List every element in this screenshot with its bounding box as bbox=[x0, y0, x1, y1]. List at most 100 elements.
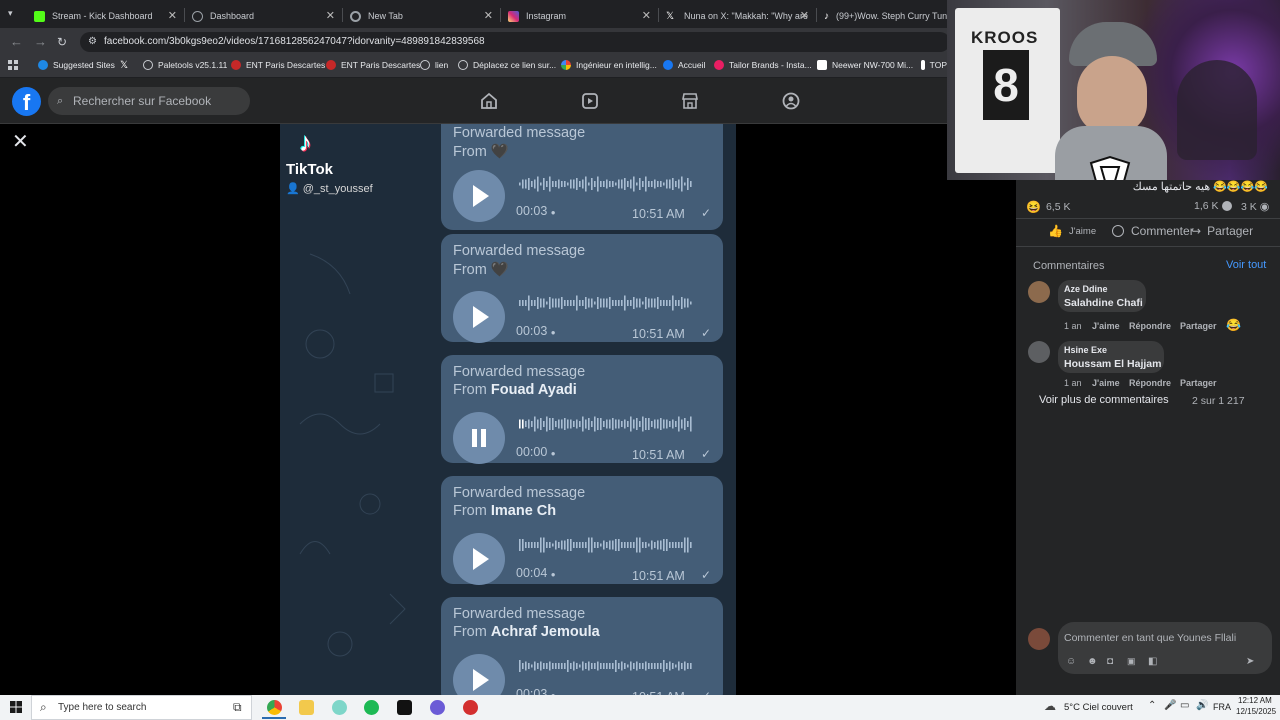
bookmark-neewer[interactable]: Neewer NW-700 Mi... bbox=[817, 60, 913, 70]
voice-message[interactable]: Forwarded message From Fouad Ayadi 00:00 ●… bbox=[441, 355, 723, 464]
volume-icon[interactable]: 🔊 bbox=[1196, 700, 1208, 711]
task-view-icon[interactable]: ⧉ bbox=[233, 700, 242, 715]
tab-instagram[interactable]: Instagram ✕ bbox=[502, 4, 657, 28]
facebook-search-input[interactable]: ⌕ Rechercher sur Facebook bbox=[48, 87, 250, 115]
windows-start-icon[interactable] bbox=[10, 701, 22, 713]
play-button[interactable] bbox=[453, 170, 505, 222]
bookmark-paletools[interactable]: Paletools v25.1.11 bbox=[143, 60, 227, 70]
clock-time[interactable]: 12:12 AM bbox=[1238, 696, 1272, 705]
bookmark-ent-2[interactable]: ENT Paris Descartes bbox=[326, 60, 420, 70]
tab-x-post[interactable]: 𝕏 Nuna on X: "Makkah: "Why are ✕ bbox=[660, 4, 815, 28]
groups-icon[interactable] bbox=[782, 92, 800, 110]
bookmark-top[interactable]: TOP bbox=[921, 60, 947, 70]
voice-message[interactable]: Forwarded message From 🖤 00:03 ● 10:51 AM ✓ bbox=[441, 124, 723, 230]
tab-search-icon[interactable]: ▾ bbox=[8, 8, 13, 19]
tab-dashboard[interactable]: Dashboard ✕ bbox=[186, 4, 341, 28]
voice-message[interactable]: Forwarded message From 🖤 00:03 ● 10:51 AM ✓ bbox=[441, 234, 723, 343]
bookmark-tailor[interactable]: Tailor Brands - Insta... bbox=[714, 60, 812, 70]
share-button[interactable]: ↪ Partager bbox=[1191, 224, 1253, 238]
app-icon[interactable] bbox=[332, 700, 347, 715]
bookmark-x[interactable]: 𝕏 bbox=[120, 60, 128, 71]
waveform[interactable] bbox=[519, 537, 695, 553]
waveform[interactable] bbox=[519, 658, 695, 674]
close-icon[interactable]: ✕ bbox=[326, 9, 335, 22]
avatar[interactable] bbox=[1028, 281, 1050, 303]
more-comments-link[interactable]: Voir plus de commentaires bbox=[1039, 394, 1169, 406]
comment-reaction-icon[interactable]: 😂 bbox=[1226, 318, 1241, 332]
send-icon[interactable]: ➤ bbox=[1246, 656, 1254, 667]
comment-like[interactable]: J'aime bbox=[1092, 378, 1120, 388]
facebook-logo-icon[interactable]: f bbox=[12, 87, 41, 116]
file-explorer-icon[interactable] bbox=[299, 700, 314, 715]
close-icon[interactable]: ✕ bbox=[642, 9, 651, 22]
waveform-bar bbox=[576, 178, 578, 190]
reload-icon[interactable]: ↻ bbox=[57, 35, 67, 49]
tab-separator bbox=[342, 8, 343, 22]
comment-reply[interactable]: Répondre bbox=[1129, 378, 1171, 388]
close-icon[interactable]: ✕ bbox=[12, 129, 29, 154]
tray-chevron-icon[interactable]: ⌃ bbox=[1148, 700, 1156, 711]
close-icon[interactable]: ✕ bbox=[168, 9, 177, 22]
weather-text[interactable]: 5°C Ciel couvert bbox=[1064, 702, 1133, 713]
sticker-icon[interactable]: ◧ bbox=[1148, 656, 1157, 667]
current-user-avatar[interactable] bbox=[1028, 628, 1050, 650]
spotify-icon[interactable] bbox=[364, 700, 379, 715]
site-info-icon[interactable]: ⚙ bbox=[88, 32, 97, 52]
waveform[interactable] bbox=[519, 416, 695, 432]
play-button[interactable] bbox=[453, 533, 505, 585]
language-indicator[interactable]: FRA bbox=[1213, 702, 1231, 712]
tab-kick-dashboard[interactable]: Stream - Kick Dashboard ✕ bbox=[28, 4, 183, 28]
camera-icon[interactable]: ◘ bbox=[1107, 656, 1113, 667]
bookmark-ingenieur[interactable]: Ingénieur en intellig... bbox=[561, 60, 657, 70]
pause-button[interactable] bbox=[453, 412, 505, 464]
bookmark-ent-1[interactable]: ENT Paris Descartes bbox=[231, 60, 325, 70]
comment-reply[interactable]: Répondre bbox=[1129, 321, 1171, 331]
voice-message[interactable]: Forwarded message From Achraf Jemoula 00:0… bbox=[441, 597, 723, 706]
emoji-icon[interactable]: ☻ bbox=[1087, 656, 1098, 667]
waveform-bar bbox=[600, 543, 602, 547]
comment-share[interactable]: Partager bbox=[1180, 321, 1217, 331]
see-all-link[interactable]: Voir tout bbox=[1226, 259, 1266, 271]
microphone-icon[interactable]: 🎤 bbox=[1164, 700, 1176, 711]
comment-age: 1 an bbox=[1064, 378, 1082, 388]
avatar-sticker-icon[interactable]: ☺ bbox=[1066, 656, 1076, 667]
comments-count-group[interactable]: 1,6 K bbox=[1194, 200, 1232, 212]
apps-grid-icon[interactable] bbox=[8, 60, 18, 70]
comment-button[interactable]: Commenter bbox=[1112, 224, 1194, 238]
comment-author[interactable]: Hsine Exe bbox=[1064, 345, 1107, 355]
close-icon[interactable]: ✕ bbox=[800, 9, 809, 22]
play-button[interactable] bbox=[453, 291, 505, 343]
taskbar-search-input[interactable]: ⌕ Type here to search bbox=[31, 695, 252, 720]
network-icon[interactable]: ▭ bbox=[1180, 700, 1189, 711]
close-icon[interactable]: ✕ bbox=[484, 9, 493, 22]
bookmark-suggested-sites[interactable]: Suggested Sites bbox=[38, 60, 115, 70]
app-icon[interactable] bbox=[463, 700, 478, 715]
comment-author[interactable]: Aze Ddine bbox=[1064, 284, 1108, 294]
bookmark-lien[interactable]: lien bbox=[420, 60, 448, 70]
forward-icon[interactable]: → bbox=[34, 34, 47, 49]
back-icon[interactable]: ← bbox=[10, 34, 23, 49]
tab-tiktok[interactable]: ♪ (99+)Wow. Steph Curry Tunne bbox=[818, 4, 948, 28]
waveform-bar bbox=[609, 297, 611, 309]
chrome-taskbar-icon[interactable] bbox=[267, 700, 282, 715]
avatar[interactable] bbox=[1028, 341, 1050, 363]
url-field[interactable]: ⚙ facebook.com/3b0kgs9eo2/videos/1716812… bbox=[80, 32, 950, 52]
voice-message[interactable]: Forwarded message From Imane Ch 00:04 ● 10:… bbox=[441, 476, 723, 585]
home-icon[interactable] bbox=[480, 92, 498, 110]
reactions-summary[interactable]: 😆 6,5 K bbox=[1026, 200, 1070, 214]
waveform[interactable] bbox=[519, 295, 695, 311]
comment-like[interactable]: J'aime bbox=[1092, 321, 1120, 331]
comment-share[interactable]: Partager bbox=[1180, 378, 1217, 388]
waveform[interactable] bbox=[519, 176, 695, 192]
comment-input[interactable]: Commenter en tant que Younes Fllali ☺ ☻ … bbox=[1058, 622, 1272, 674]
video-icon[interactable] bbox=[581, 92, 599, 110]
app-icon[interactable] bbox=[397, 700, 412, 715]
bookmark-accueil[interactable]: Accueil bbox=[663, 60, 705, 70]
app-icon[interactable] bbox=[430, 700, 445, 715]
bookmark-deplacez[interactable]: Déplacez ce lien sur... bbox=[458, 60, 556, 70]
clock-date[interactable]: 12/15/2025 bbox=[1236, 707, 1276, 716]
marketplace-icon[interactable] bbox=[681, 92, 699, 110]
like-button[interactable]: 👍 J'aime bbox=[1048, 224, 1096, 238]
gif-icon[interactable]: ▣ bbox=[1127, 656, 1136, 667]
tab-new-tab[interactable]: New Tab ✕ bbox=[344, 4, 499, 28]
